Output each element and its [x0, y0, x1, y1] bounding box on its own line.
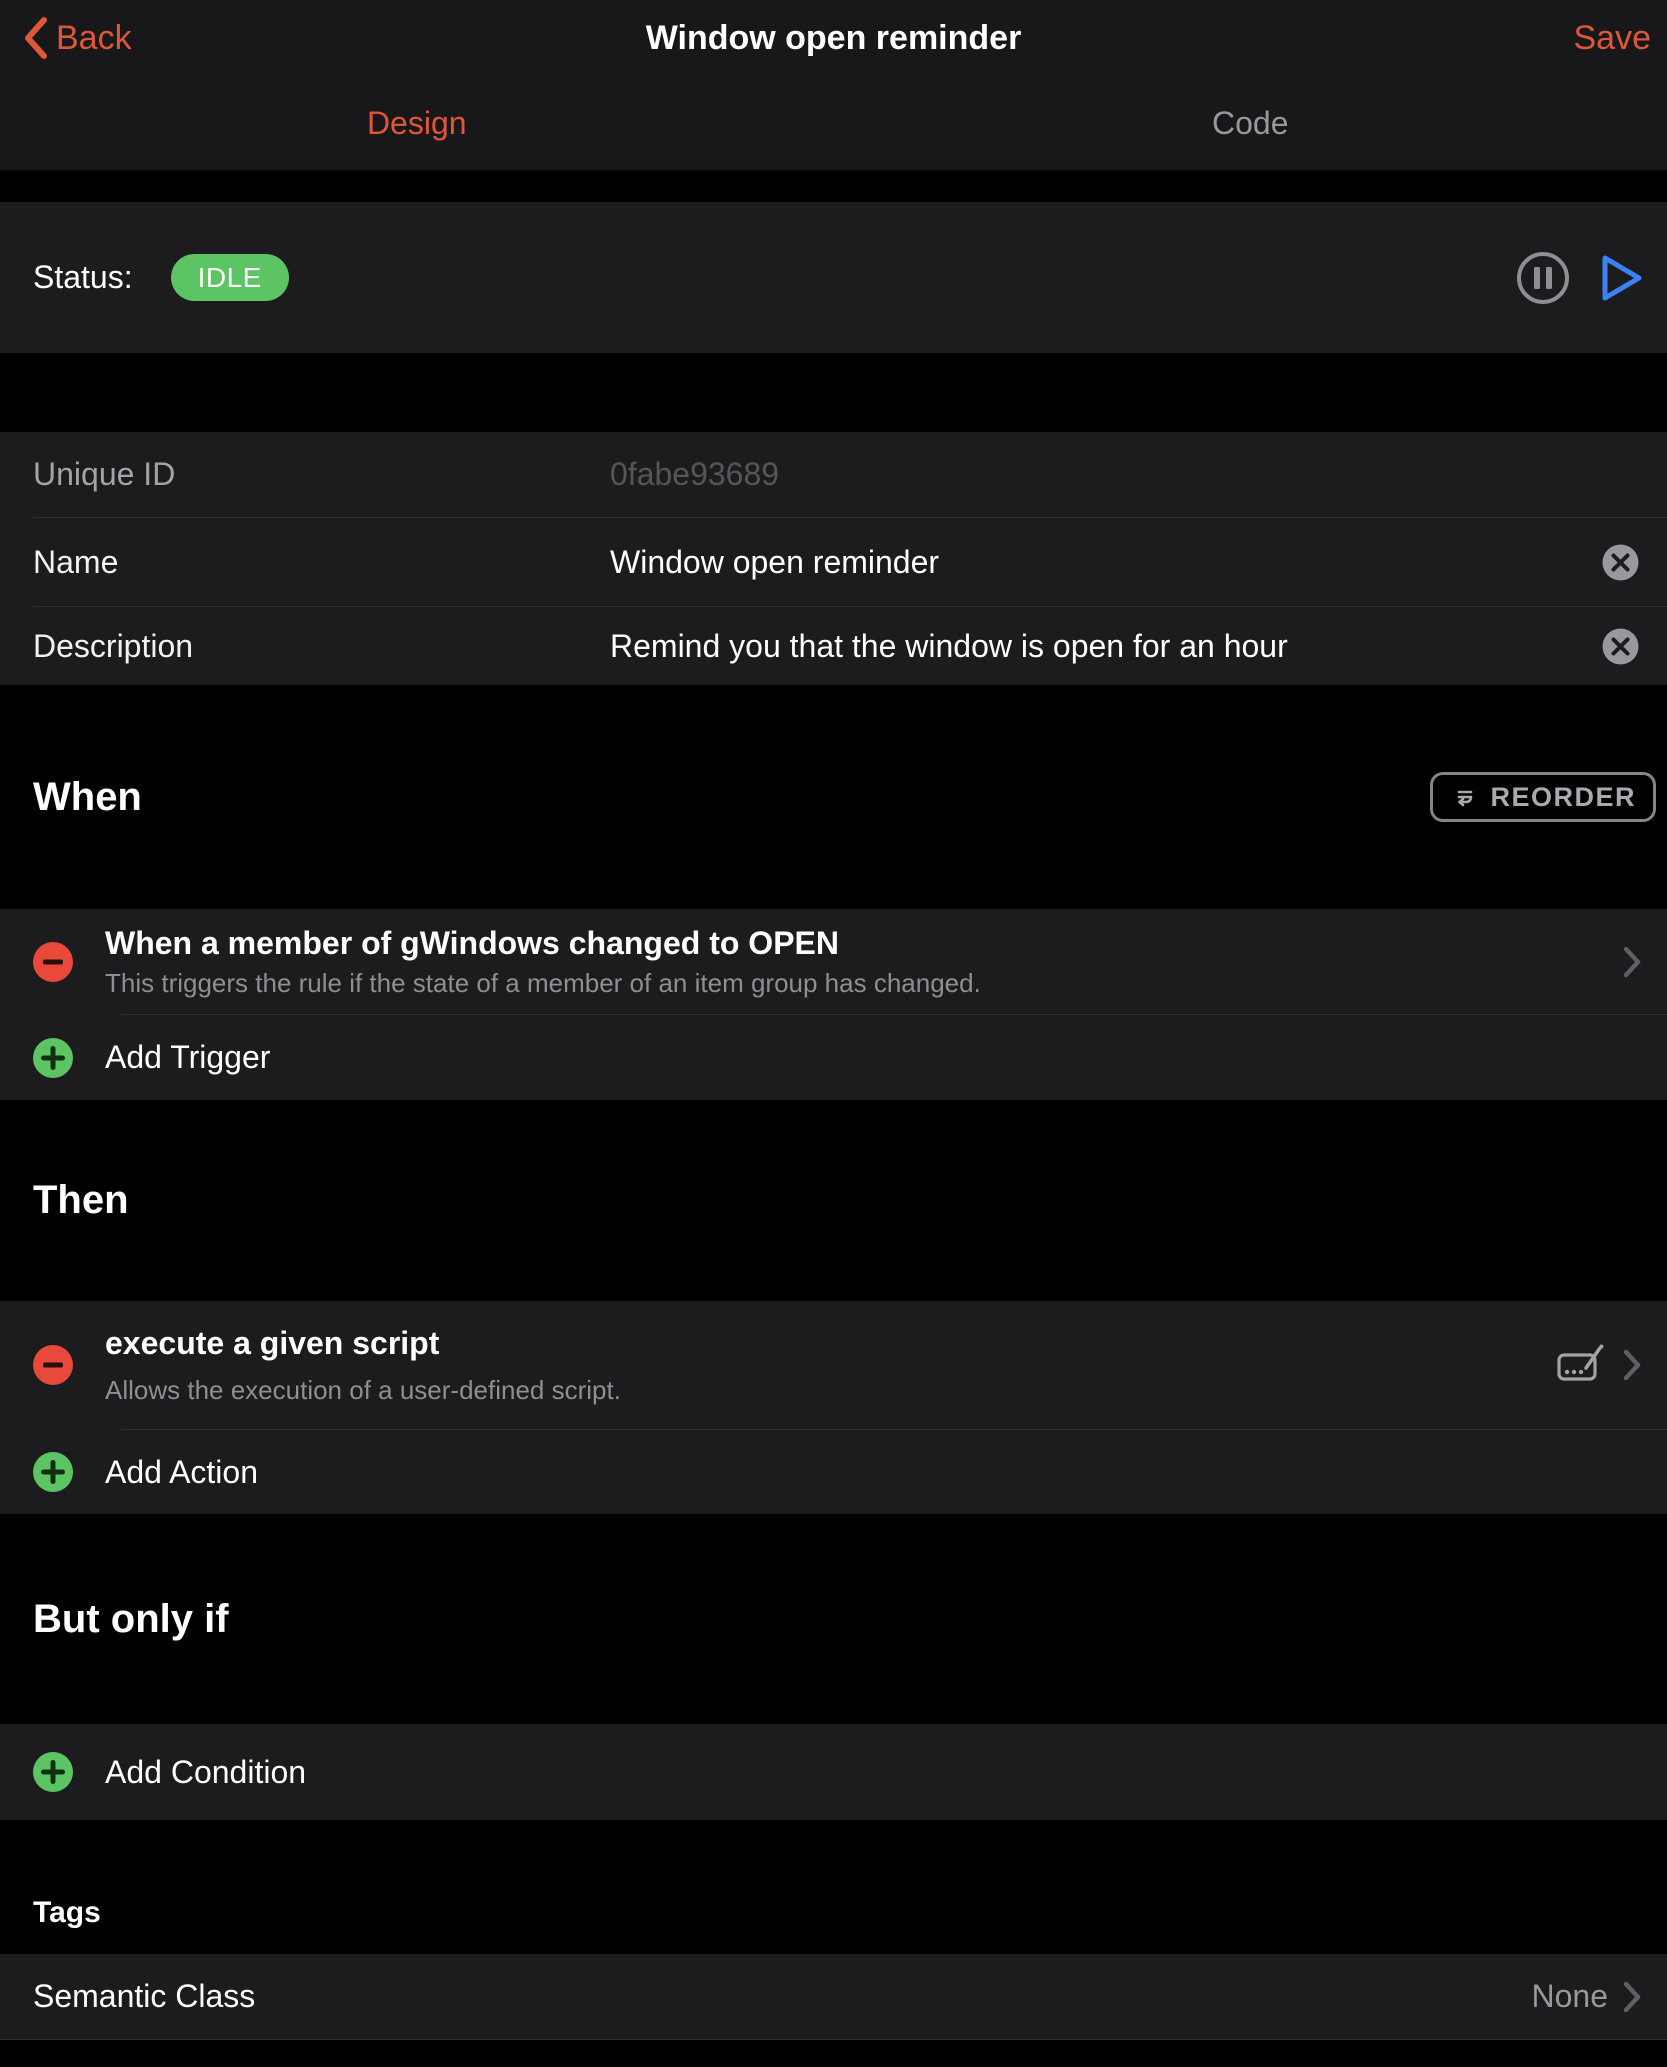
trigger-subtitle: This triggers the rule if the state of a…	[105, 968, 1622, 999]
navigation-bar: Back Window open reminder Save Design Co…	[0, 0, 1667, 170]
trigger-row[interactable]: When a member of gWindows changed to OPE…	[0, 909, 1667, 1014]
then-section-header: Then	[0, 1100, 1667, 1301]
semantic-class-value: None	[1532, 1978, 1609, 2015]
add-action-row[interactable]: Add Action	[0, 1430, 1667, 1514]
spacer	[0, 353, 1667, 432]
spacer	[0, 2040, 1667, 2067]
clear-circle-icon	[1601, 543, 1640, 582]
clear-circle-icon	[1601, 627, 1640, 666]
trigger-text: When a member of gWindows changed to OPE…	[105, 925, 1622, 999]
conditions-card: Add Condition	[0, 1724, 1667, 1820]
status-badge: IDLE	[171, 254, 289, 301]
add-trigger-label: Add Trigger	[105, 1039, 270, 1076]
minus-circle-icon	[33, 1345, 73, 1385]
semantic-class-row[interactable]: Semantic Class None	[0, 1954, 1667, 2040]
run-button[interactable]	[1597, 252, 1647, 304]
unique-id-label: Unique ID	[33, 456, 610, 493]
triggers-card: When a member of gWindows changed to OPE…	[0, 909, 1667, 1100]
plus-circle-icon	[33, 1752, 73, 1792]
tags-card: Semantic Class None	[0, 1954, 1667, 2040]
when-section-header: When REORDER	[0, 685, 1667, 909]
reorder-icon	[1450, 783, 1478, 811]
but-only-if-title: But only if	[33, 1597, 229, 1642]
tab-design[interactable]: Design	[0, 76, 834, 170]
description-input[interactable]: Remind you that the window is open for a…	[610, 628, 1601, 665]
action-row-icons	[1556, 1343, 1642, 1387]
when-title: When	[33, 775, 142, 820]
description-row: Description Remind you that the window i…	[0, 607, 1667, 685]
pause-button[interactable]	[1515, 250, 1571, 306]
chevron-right-icon	[1622, 1980, 1642, 2014]
actions-card: execute a given script Allows the execut…	[0, 1301, 1667, 1514]
condition-section-header: But only if	[0, 1514, 1667, 1724]
action-text: execute a given script Allows the execut…	[105, 1325, 1556, 1406]
add-action-label: Add Action	[105, 1454, 258, 1491]
chevron-right-icon	[1622, 945, 1642, 979]
save-button[interactable]: Save	[1574, 0, 1652, 76]
add-condition-row[interactable]: Add Condition	[0, 1724, 1667, 1820]
pause-circle-icon	[1515, 250, 1571, 306]
status-label: Status:	[33, 259, 133, 296]
unique-id-value: 0fabe93689	[610, 456, 1640, 493]
spacer	[0, 170, 1667, 202]
page-title: Window open reminder	[0, 19, 1667, 58]
status-card: Status: IDLE	[0, 202, 1667, 353]
trigger-title: When a member of gWindows changed to OPE…	[105, 925, 1622, 962]
tab-bar: Design Code	[0, 76, 1667, 170]
remove-trigger-button[interactable]	[33, 942, 73, 982]
reorder-label: REORDER	[1490, 782, 1636, 813]
plus-circle-icon	[33, 1038, 73, 1078]
then-title: Then	[33, 1178, 129, 1223]
semantic-class-label: Semantic Class	[33, 1978, 1532, 2015]
chevron-right-icon	[1622, 1348, 1642, 1382]
add-trigger-row[interactable]: Add Trigger	[0, 1015, 1667, 1100]
add-condition-label: Add Condition	[105, 1754, 306, 1791]
description-label: Description	[33, 628, 610, 665]
unique-id-row: Unique ID 0fabe93689	[0, 432, 1667, 517]
name-row: Name Window open reminder	[0, 518, 1667, 606]
name-label: Name	[33, 544, 610, 581]
plus-circle-icon	[33, 1452, 73, 1492]
tags-section-header: Tags	[0, 1820, 1667, 1954]
name-input[interactable]: Window open reminder	[610, 544, 1601, 581]
action-subtitle: Allows the execution of a user-defined s…	[105, 1375, 1556, 1406]
action-title: execute a given script	[105, 1325, 1556, 1362]
tags-title: Tags	[33, 1896, 101, 1930]
rule-fields-card: Unique ID 0fabe93689 Name Window open re…	[0, 432, 1667, 685]
tab-code[interactable]: Code	[834, 76, 1667, 170]
reorder-button[interactable]: REORDER	[1430, 772, 1656, 822]
clear-description-button[interactable]	[1601, 627, 1640, 666]
minus-circle-icon	[33, 942, 73, 982]
nav-top-row: Back Window open reminder Save	[0, 0, 1667, 76]
remove-action-button[interactable]	[33, 1345, 73, 1385]
rule-editor-screen: Back Window open reminder Save Design Co…	[0, 0, 1667, 2067]
play-icon	[1597, 252, 1647, 304]
action-row[interactable]: execute a given script Allows the execut…	[0, 1301, 1667, 1429]
clear-name-button[interactable]	[1601, 543, 1640, 582]
edit-script-button[interactable]	[1556, 1343, 1606, 1387]
